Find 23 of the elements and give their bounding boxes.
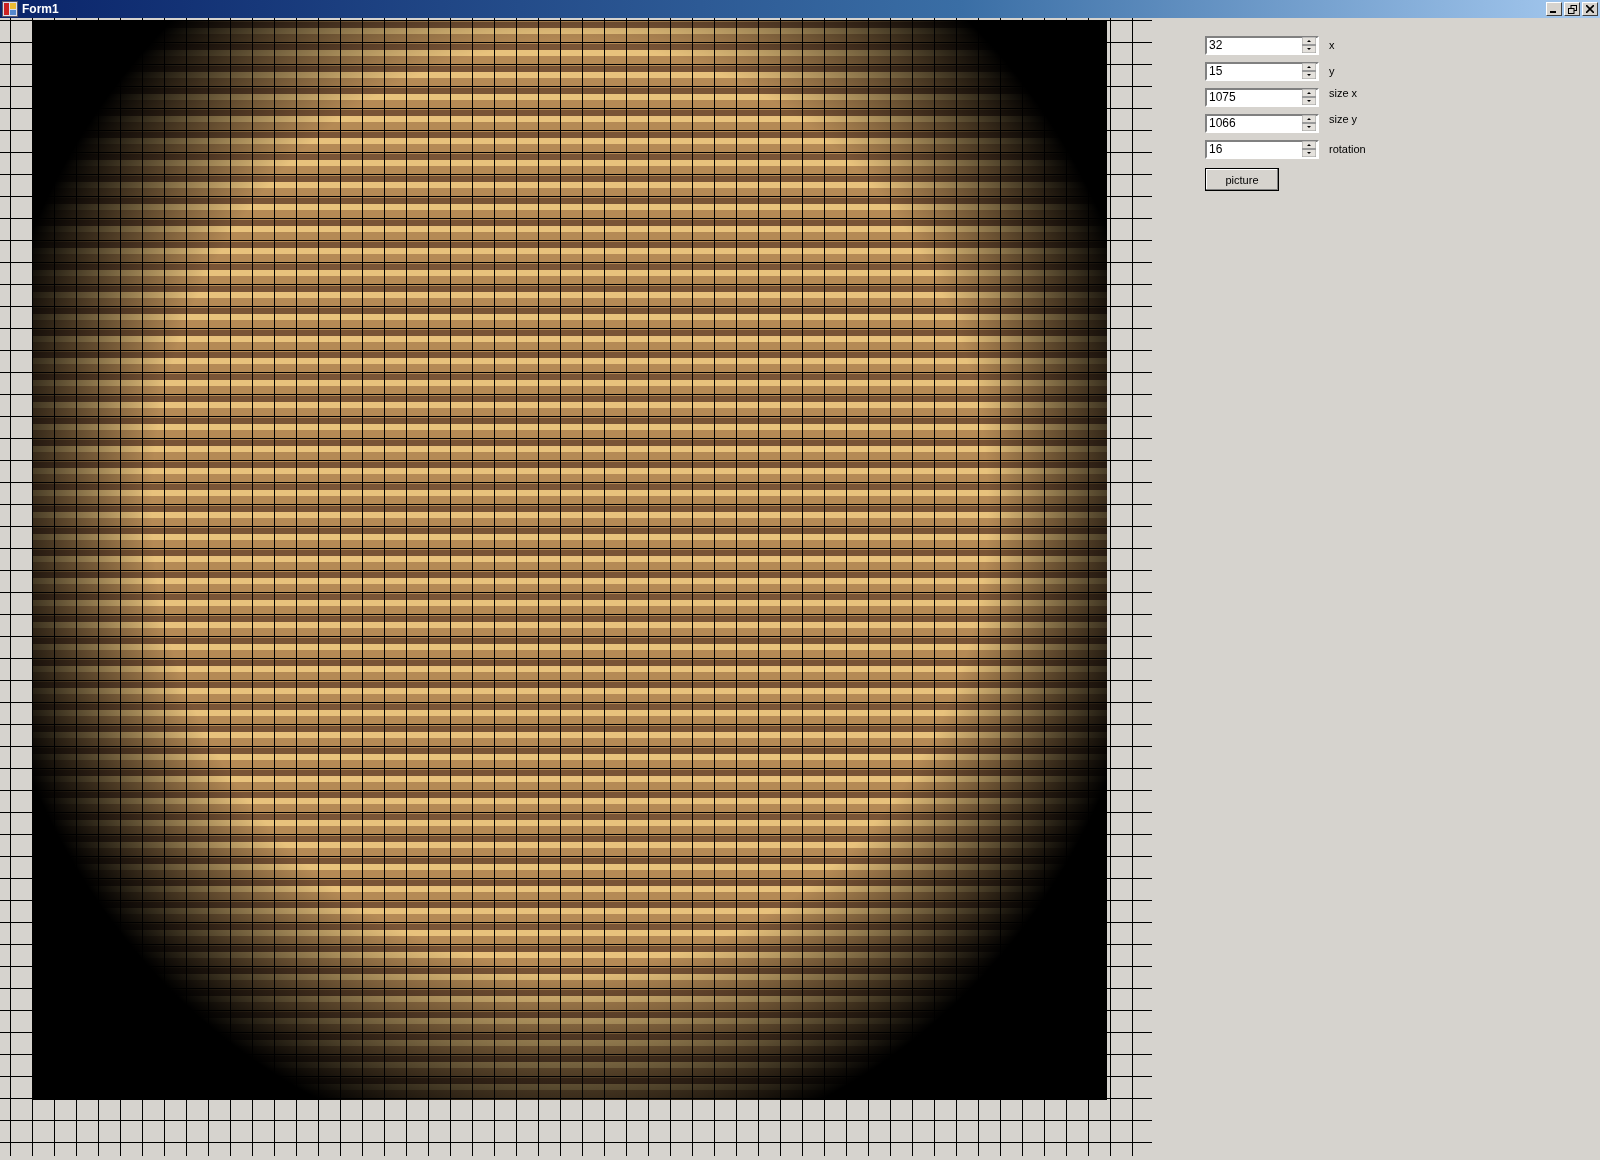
number-spinner[interactable]: 1066 bbox=[1205, 113, 1319, 133]
picture-button[interactable]: picture bbox=[1205, 168, 1279, 191]
close-icon bbox=[1586, 5, 1594, 13]
number-spinner[interactable]: 16 bbox=[1205, 139, 1319, 159]
number-spinner[interactable]: 15 bbox=[1205, 61, 1319, 81]
spin-arrows-icon bbox=[1302, 89, 1316, 105]
window-title: Form1 bbox=[22, 2, 59, 16]
restore-icon bbox=[1567, 4, 1577, 14]
field-label: rotation bbox=[1329, 143, 1366, 155]
field-label: size y bbox=[1329, 113, 1358, 125]
spin-arrows-icon bbox=[1302, 115, 1316, 131]
field-label: x bbox=[1329, 39, 1335, 51]
spin-arrows-icon bbox=[1302, 141, 1316, 157]
field-label: size x bbox=[1329, 87, 1358, 99]
window-icon bbox=[2, 1, 18, 17]
number-spinner[interactable]: 32 bbox=[1205, 35, 1319, 55]
number-spinner[interactable]: 1075 bbox=[1205, 87, 1319, 107]
spin-arrows-icon bbox=[1302, 63, 1316, 79]
spin-arrows-icon bbox=[1302, 37, 1316, 53]
minimize-button[interactable] bbox=[1546, 2, 1562, 16]
field-label: y bbox=[1329, 65, 1335, 77]
restore-button[interactable] bbox=[1564, 2, 1580, 16]
close-button[interactable] bbox=[1582, 2, 1598, 16]
